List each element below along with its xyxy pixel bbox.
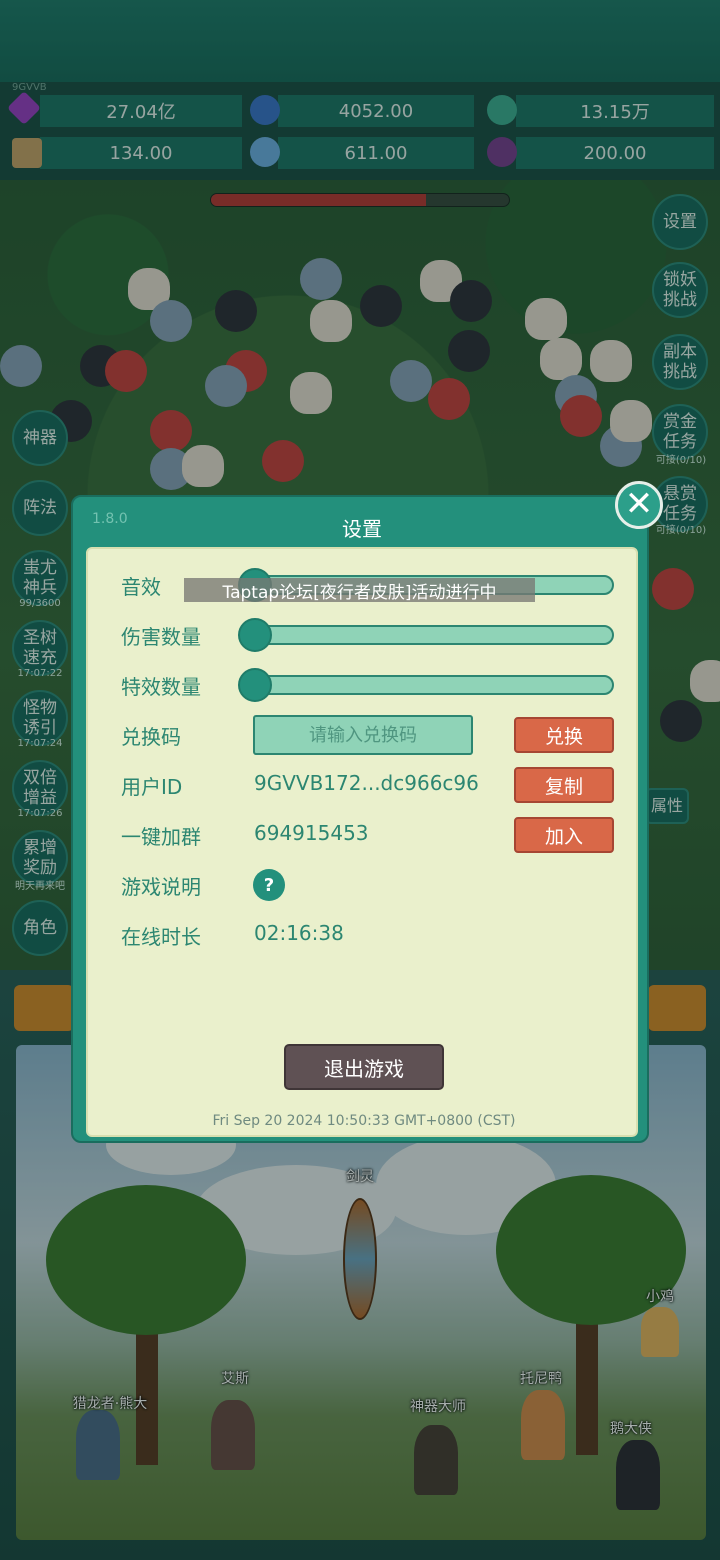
sound-label: 音效 xyxy=(121,575,161,599)
damage-count-slider-knob[interactable] xyxy=(238,618,272,652)
help-icon[interactable]: ? xyxy=(253,869,285,901)
online-time-value: 02:16:38 xyxy=(254,921,344,945)
redeem-code-input[interactable] xyxy=(253,715,473,755)
redeem-button[interactable]: 兑换 xyxy=(514,717,614,753)
timestamp: Fri Sep 20 2024 10:50:33 GMT+0800 (CST) xyxy=(212,1113,516,1129)
close-icon[interactable]: ✕ xyxy=(615,481,663,529)
group-number-value: 694915453 xyxy=(254,821,369,845)
redeem-code-label: 兑换码 xyxy=(121,725,181,749)
event-toast: Taptap论坛[夜行者皮肤]活动进行中 xyxy=(184,578,535,603)
join-button[interactable]: 加入 xyxy=(514,817,614,853)
damage-count-label: 伤害数量 xyxy=(121,625,201,649)
join-group-label: 一键加群 xyxy=(121,825,201,849)
game-guide-label: 游戏说明 xyxy=(121,875,201,899)
effects-count-slider-knob[interactable] xyxy=(238,668,272,702)
effects-count-slider[interactable] xyxy=(238,668,614,702)
effects-count-label: 特效数量 xyxy=(121,675,201,699)
dialog-title: 设置 xyxy=(342,517,382,541)
exit-game-button[interactable]: 退出游戏 xyxy=(284,1044,444,1090)
settings-panel: 音效 伤害数量 特效数量 兑换码 兑换 用户ID 9GVVB172...dc96… xyxy=(86,547,638,1137)
user-id-value: 9GVVB172...dc966c96 xyxy=(254,771,479,795)
online-time-label: 在线时长 xyxy=(121,925,201,949)
damage-count-slider[interactable] xyxy=(238,618,614,652)
user-id-label: 用户ID xyxy=(121,775,183,799)
copy-button[interactable]: 复制 xyxy=(514,767,614,803)
